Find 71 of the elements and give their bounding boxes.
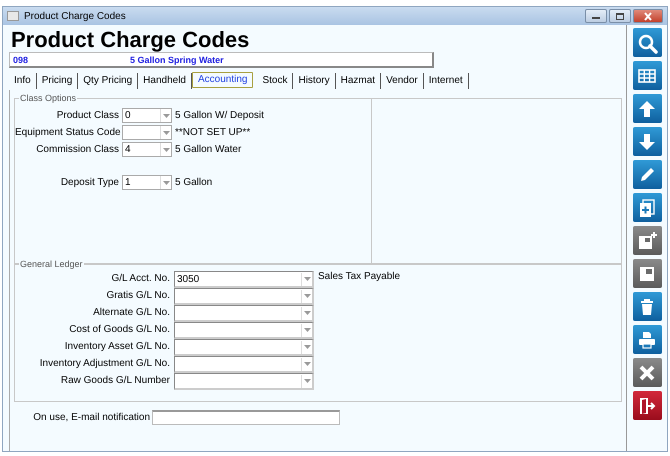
down-button[interactable] xyxy=(632,127,662,156)
tab[interactable]: Vendor xyxy=(381,73,424,89)
page-heading: Product Charge Codes xyxy=(11,28,250,52)
dropdown-field[interactable] xyxy=(174,322,314,339)
dropdown-field[interactable] xyxy=(174,305,314,322)
close-button[interactable] xyxy=(633,9,663,23)
tab[interactable]: History xyxy=(293,73,336,89)
field-label: G/L Acct. No. xyxy=(110,272,170,284)
field-label: Inventory Asset G/L No. xyxy=(64,340,170,352)
field-description: **NOT SET UP** xyxy=(175,127,252,138)
caret-icon xyxy=(304,362,310,366)
caret-icon xyxy=(162,114,170,118)
dropdown-field[interactable] xyxy=(174,356,314,373)
maximize-button[interactable] xyxy=(609,9,631,23)
dropdown-field[interactable]: 1 xyxy=(122,175,172,190)
email-field[interactable] xyxy=(152,410,340,425)
tab[interactable]: Accounting xyxy=(192,72,254,88)
minimize-button[interactable] xyxy=(585,9,607,23)
field-label: Alternate G/L No. xyxy=(92,306,170,318)
field-label: Gratis G/L No. xyxy=(105,289,170,301)
caret-icon xyxy=(304,311,310,315)
dropdown-field[interactable] xyxy=(174,373,314,390)
tab[interactable]: Stock xyxy=(257,73,294,89)
field-label: Deposit Type xyxy=(60,177,119,188)
caret-icon xyxy=(162,180,170,184)
exit-button[interactable] xyxy=(632,391,662,420)
caret-icon xyxy=(162,148,170,152)
product-code: 098 xyxy=(12,54,30,64)
field-label: Cost of Goods G/L No. xyxy=(68,323,170,335)
field-label: Inventory Adjustment G/L No. xyxy=(38,357,170,369)
app-icon xyxy=(7,11,19,21)
field-label: Raw Goods G/L Number xyxy=(60,374,170,386)
caret-icon xyxy=(304,328,310,332)
field-label: Product Class xyxy=(56,110,119,121)
dropdown-field[interactable]: 0 xyxy=(122,108,172,123)
delete-button[interactable] xyxy=(632,292,662,321)
tab[interactable]: Info xyxy=(9,73,37,89)
group-title: Class Options xyxy=(19,93,78,103)
tab[interactable]: Internet xyxy=(424,73,469,89)
caret-icon xyxy=(304,277,310,281)
caret-icon xyxy=(304,379,310,383)
dropdown-field[interactable] xyxy=(122,125,172,140)
grid-button[interactable] xyxy=(632,61,662,90)
window-title: Product Charge Codes xyxy=(24,10,127,22)
field-label: On use, E-mail notification xyxy=(32,412,150,423)
dropdown-field[interactable] xyxy=(174,339,314,356)
field-label: Commission Class xyxy=(35,144,119,155)
copy-button[interactable] xyxy=(632,193,662,222)
close-icon xyxy=(643,12,653,20)
print-button[interactable] xyxy=(632,325,662,354)
caret-icon xyxy=(304,294,310,298)
group-title: General Ledger xyxy=(19,259,84,269)
dropdown-field[interactable]: 4 xyxy=(122,142,172,157)
field-description: Sales Tax Payable xyxy=(318,271,402,282)
tab[interactable]: Handheld xyxy=(138,73,192,89)
edit-button[interactable] xyxy=(632,160,662,189)
tab[interactable]: Qty Pricing xyxy=(78,73,138,89)
dropdown-field[interactable]: 3050 xyxy=(174,271,314,288)
product-description: 5 Gallon Spring Water xyxy=(130,54,224,64)
caret-icon xyxy=(162,130,170,134)
up-button[interactable] xyxy=(632,94,662,123)
search-button[interactable] xyxy=(632,28,662,57)
caret-icon xyxy=(304,345,310,349)
tab[interactable]: Hazmat xyxy=(336,73,382,89)
field-label: Equipment Status Code xyxy=(15,127,119,138)
field-description: 5 Gallon W/ Deposit xyxy=(175,110,265,121)
field-description: 5 Gallon xyxy=(175,177,214,188)
field-description: 5 Gallon Water xyxy=(175,144,242,155)
tab[interactable]: Pricing xyxy=(36,73,78,89)
floppy-plus-icon xyxy=(636,230,658,252)
dropdown-field[interactable] xyxy=(174,288,314,305)
